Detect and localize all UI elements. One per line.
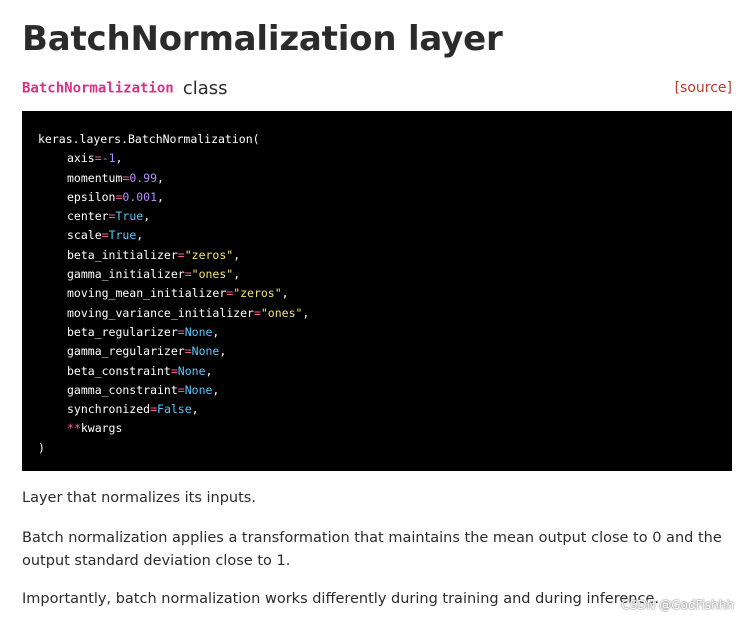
code-arg-line: scale=True,	[38, 226, 732, 245]
code-equals: =	[170, 363, 178, 378]
code-arg-value: True	[108, 228, 137, 243]
code-arg-name: gamma_constraint	[67, 382, 178, 397]
description-paragraph-2: Batch normalization applies a transforma…	[22, 530, 722, 569]
code-kwargs-op: **	[67, 421, 81, 436]
code-arg-line: gamma_regularizer=None,	[38, 342, 732, 361]
watermark: CSDN @GodFishhh	[621, 598, 734, 612]
code-arg-name: scale	[67, 228, 102, 243]
class-name: BatchNormalization	[22, 80, 174, 97]
code-arg-value: None	[191, 344, 220, 359]
code-comma: ,	[136, 228, 144, 243]
code-arg-name: center	[67, 209, 109, 224]
code-comma: ,	[233, 247, 241, 262]
code-equals: =	[184, 344, 192, 359]
code-arg-line: axis=-1,	[38, 149, 732, 168]
code-arg-value: "ones"	[191, 267, 234, 282]
code-arg-name: gamma_initializer	[67, 267, 185, 282]
code-equals: =	[150, 402, 158, 417]
code-comma: ,	[212, 382, 220, 397]
code-arg-value: None	[184, 324, 213, 339]
code-arg-value: True	[115, 209, 144, 224]
code-comma: ,	[281, 286, 289, 301]
code-arg-name: epsilon	[67, 189, 116, 204]
code-kwargs-name: kwargs	[80, 421, 123, 436]
code-block: keras.layers.BatchNormalization( axis=-1…	[22, 111, 732, 471]
code-arg-value: "zeros"	[184, 247, 234, 262]
code-arg-value: False	[157, 402, 192, 417]
class-signature-header: BatchNormalization class [source]	[22, 78, 732, 102]
code-comma: ,	[233, 267, 241, 282]
code-comma: ,	[143, 209, 151, 224]
code-args: axis=-1, momentum=0.99, epsilon=0.001, cent…	[38, 149, 732, 419]
code-arg-name: moving_mean_initializer	[67, 286, 227, 301]
code-arg-line: beta_initializer="zeros",	[38, 246, 732, 265]
code-arg-name: gamma_regularizer	[67, 344, 185, 359]
class-label: class	[182, 78, 228, 99]
code-arg-line: momentum=0.99,	[38, 169, 732, 188]
code-comma: ,	[219, 344, 227, 359]
code-arg-line: synchronized=False,	[38, 400, 732, 419]
code-line-close: )	[38, 439, 732, 458]
code-comma: ,	[157, 189, 164, 204]
code-arg-line: gamma_constraint=None,	[38, 381, 732, 400]
code-comma: ,	[302, 305, 310, 320]
code-arg-line: beta_constraint=None,	[38, 362, 732, 381]
code-equals: =	[101, 228, 109, 243]
code-comma: ,	[115, 151, 123, 166]
page-title: BatchNormalization layer	[22, 19, 503, 59]
code-arg-line: beta_regularizer=None,	[38, 323, 732, 342]
code-comma: ,	[205, 363, 213, 378]
source-link[interactable]: [source]	[675, 80, 732, 96]
code-arg-name: momentum	[67, 170, 123, 185]
code-equals: =	[177, 324, 185, 339]
code-equals: =	[177, 247, 185, 262]
code-arg-line: gamma_initializer="ones",	[38, 265, 732, 284]
code-line-call: keras.layers.BatchNormalization(	[38, 130, 732, 149]
code-equals: =	[253, 305, 261, 320]
code-arg-line: epsilon=0.001,	[38, 188, 732, 207]
code-arg-name: beta_constraint	[67, 363, 171, 378]
code-arg-name: moving_variance_initializer	[67, 305, 254, 320]
code-arg-value: "zeros"	[233, 286, 282, 301]
code-arg-value: 0.99	[129, 170, 158, 185]
code-comma: ,	[157, 170, 164, 185]
code-arg-value: None	[184, 382, 213, 397]
code-arg-value: None	[177, 363, 206, 378]
code-arg-line: moving_mean_initializer="zeros",	[38, 284, 732, 303]
code-comma: ,	[191, 402, 199, 417]
code-arg-value: "ones"	[260, 305, 303, 320]
code-equals: =	[94, 151, 102, 166]
code-comma: ,	[212, 324, 220, 339]
code-arg-line: moving_variance_initializer="ones",	[38, 304, 732, 323]
code-arg-name: beta_regularizer	[67, 324, 178, 339]
code-line-kwargs: **kwargs	[38, 419, 732, 438]
code-equals: =	[177, 382, 185, 397]
code-arg-name: synchronized	[67, 402, 151, 417]
code-arg-name: axis	[67, 151, 95, 166]
code-close: )	[38, 440, 45, 455]
code-arg-line: center=True,	[38, 207, 732, 226]
description-paragraph-1: Layer that normalizes its inputs.	[22, 490, 256, 506]
code-call: keras.layers.BatchNormalization(	[38, 132, 260, 146]
code-arg-name: beta_initializer	[67, 247, 178, 262]
code-arg-value: 0.001	[122, 189, 158, 204]
code-equals: =	[184, 267, 192, 282]
code-arg-value: -1	[101, 151, 116, 166]
